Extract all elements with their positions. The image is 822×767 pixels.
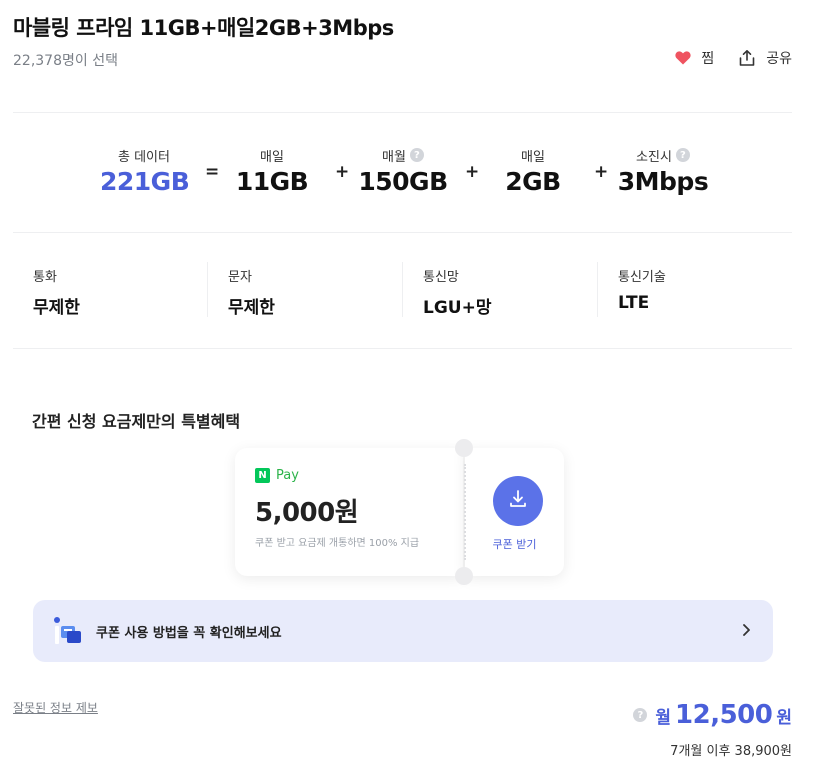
download-coupon-label[interactable]: 쿠폰 받기	[465, 536, 564, 552]
share-label: 공유	[766, 51, 792, 67]
naver-pay-brand: N Pay	[255, 468, 299, 483]
plus-sign: +	[594, 162, 609, 182]
naver-logo-icon: N	[255, 468, 270, 483]
coupon-notch-top	[455, 439, 473, 457]
like-button[interactable]: 찜	[675, 48, 714, 68]
chevron-right-icon	[741, 622, 751, 641]
download-icon	[507, 488, 529, 514]
coupon-notch-bottom	[455, 567, 473, 585]
coupon-amount: 5,000원	[255, 498, 359, 528]
monthly-data-2-label: 매월	[382, 149, 406, 165]
share-icon	[738, 49, 756, 67]
plus-sign: +	[465, 162, 480, 182]
price-prefix: 월	[655, 708, 672, 728]
daily-data: 매일 2GB	[501, 145, 565, 197]
download-coupon-button[interactable]	[493, 476, 543, 526]
benefit-title: 간편 신청 요금제만의 특별혜택	[32, 412, 241, 431]
monthly-data: 매일 11GB	[234, 145, 310, 197]
divider	[13, 232, 792, 233]
help-icon[interactable]: ?	[409, 148, 424, 162]
plus-sign: +	[335, 162, 350, 182]
monthly-price: ? 월 12,500 원	[633, 700, 792, 730]
spec-network: 통신망 LGU+망	[403, 262, 492, 318]
divider	[13, 348, 792, 349]
price-suffix: 원	[776, 708, 792, 728]
price-amount: 12,500	[675, 700, 773, 730]
exhausted-speed: 소진시 ? 3Mbps	[612, 145, 714, 196]
coupon-card: N Pay 5,000원 쿠폰 받고 요금제 개통하면 100% 지급 쿠폰 받…	[235, 439, 564, 585]
data-summary: 총 데이터 221GB 매일 11GB 매월 ? 150GB 매일 2GB 소진…	[0, 145, 822, 205]
spec-label: 통신망	[423, 270, 459, 285]
coupon-body: N Pay 5,000원 쿠폰 받고 요금제 개통하면 100% 지급	[235, 448, 463, 576]
header-actions: 찜 공유	[675, 48, 792, 68]
spec-row: 통화 무제한 문자 무제한 통신망 LGU+망 통신기술 LTE	[13, 262, 793, 318]
total-data-label: 총 데이터	[118, 149, 170, 165]
spec-label: 통신기술	[618, 270, 666, 285]
like-label: 찜	[701, 51, 715, 67]
pay-label: Pay	[276, 468, 299, 483]
coupon-howto-text: 쿠폰 사용 방법을 꼭 확인해보세요	[96, 626, 282, 641]
monthly-data-label: 매일	[260, 149, 284, 165]
spec-value: LGU+망	[423, 298, 492, 318]
spec-label: 문자	[228, 270, 252, 285]
spec-value: LTE	[618, 293, 650, 313]
spec-value: 무제한	[228, 298, 275, 318]
exhausted-speed-value: 3Mbps	[617, 167, 709, 196]
total-data: 총 데이터 221GB	[100, 145, 190, 197]
share-button[interactable]: 공유	[738, 48, 792, 68]
monthly-data-value: 11GB	[235, 167, 309, 196]
selection-count: 22,378명이 선택	[13, 53, 118, 69]
monthly-data-2-value: 150GB	[358, 167, 448, 196]
spec-sms: 문자 무제한	[208, 262, 275, 318]
divider	[13, 112, 792, 113]
total-data-value: 221GB	[100, 167, 190, 196]
equals-sign: =	[205, 162, 220, 182]
exhausted-speed-label: 소진시	[636, 149, 672, 165]
daily-data-value: 2GB	[505, 167, 561, 196]
coupon-howto-banner[interactable]: 쿠폰 사용 방법을 꼭 확인해보세요	[33, 600, 773, 662]
plan-title: 마블링 프라임 11GB+매일2GB+3Mbps	[13, 16, 394, 40]
heart-icon	[675, 51, 691, 65]
monthly-data-2: 매월 ? 150GB	[355, 145, 451, 196]
help-icon[interactable]: ?	[675, 148, 690, 162]
coupon-description: 쿠폰 받고 요금제 개통하면 100% 지급	[255, 538, 420, 549]
help-icon[interactable]: ?	[633, 708, 648, 722]
coupon-guide-icon	[53, 616, 85, 652]
spec-value: 무제한	[33, 298, 80, 318]
coupon-perforation	[464, 464, 466, 560]
spec-technology: 통신기술 LTE	[598, 262, 666, 317]
daily-data-label: 매일	[521, 149, 545, 165]
spec-call: 통화 무제한	[13, 262, 80, 318]
spec-label: 통화	[33, 270, 57, 285]
coupon-download[interactable]: 쿠폰 받기	[465, 448, 564, 576]
report-wrong-info-link[interactable]: 잘못된 정보 제보	[13, 699, 98, 716]
price-after-promotion: 7개월 이후 38,900원	[670, 744, 792, 759]
